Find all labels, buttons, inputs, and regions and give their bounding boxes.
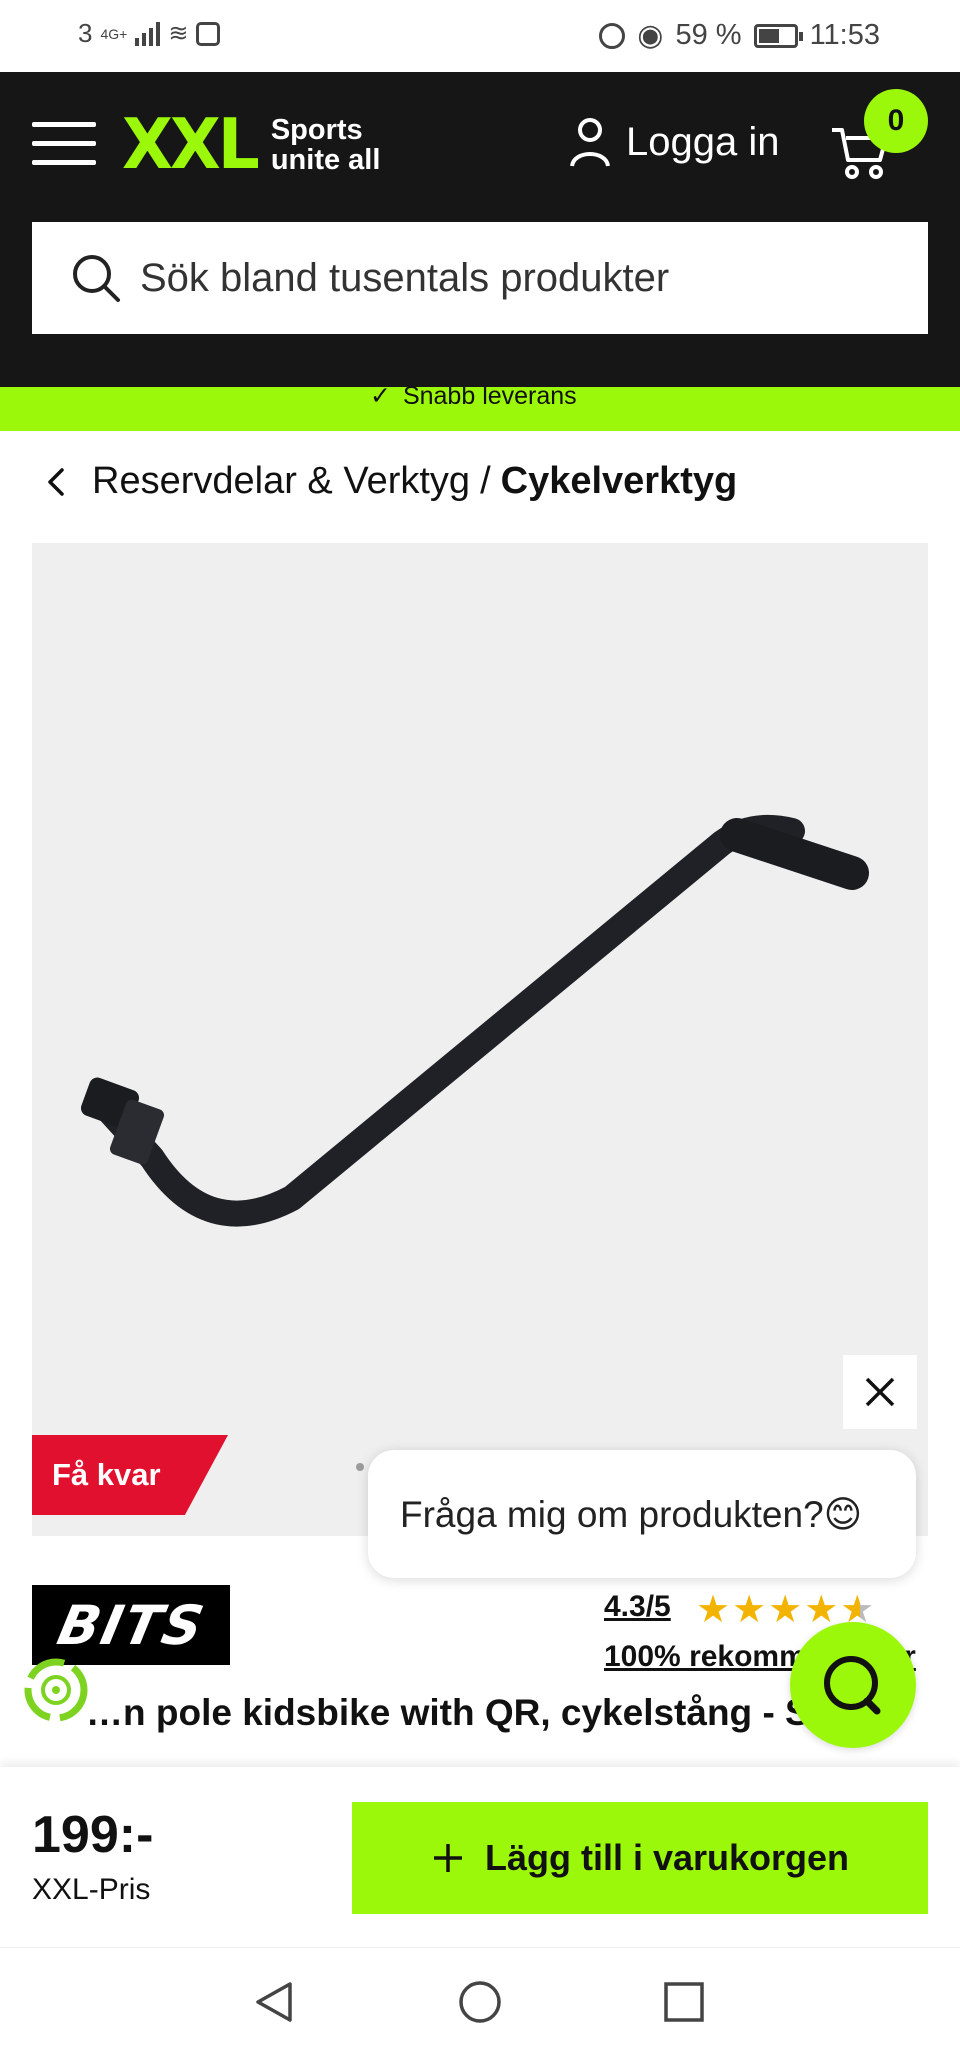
brand-name: BITS xyxy=(51,1593,211,1657)
price: 199:- xyxy=(32,1806,154,1864)
signal-icon xyxy=(135,21,161,46)
plus-icon xyxy=(433,1844,462,1872)
battery-icon xyxy=(753,23,803,48)
breadcrumb-parent-link[interactable]: Reservdelar & Verktyg xyxy=(92,460,470,503)
close-icon xyxy=(865,1377,895,1407)
usp-text: Snabb leverans xyxy=(402,387,577,410)
logo-tagline: Sports unite all xyxy=(271,115,381,175)
logo-wordmark: XXL xyxy=(122,104,260,185)
price-label: XXL-Pris xyxy=(32,1873,151,1906)
add-to-cart-label: Lägg till i varukorgen xyxy=(484,1837,850,1878)
menu-icon[interactable] xyxy=(32,122,96,166)
product-image xyxy=(80,814,869,1227)
breadcrumb-separator: / xyxy=(480,460,491,502)
clock: 11:53 xyxy=(809,19,880,51)
network-type-label: 4G+ xyxy=(100,25,128,42)
gallery-dot[interactable] xyxy=(356,1463,364,1471)
chat-button[interactable] xyxy=(790,1622,916,1748)
cart-count-badge[interactable]: 0 xyxy=(864,89,928,153)
logo-tagline-2: unite all xyxy=(270,144,381,176)
close-chat-button[interactable] xyxy=(843,1355,917,1429)
site-header: XXL Sports unite all Logga in 0 xyxy=(0,72,960,387)
chevron-left-icon[interactable] xyxy=(44,464,68,500)
app-notification-icon xyxy=(196,21,221,46)
status-right: ◉ 59 % 11:53 xyxy=(599,18,880,53)
data-saver-icon xyxy=(599,22,626,49)
chat-icon xyxy=(824,1656,881,1715)
network-label: 3 xyxy=(78,18,93,48)
login-button[interactable]: Logga in xyxy=(568,116,779,168)
recycle-icon[interactable] xyxy=(18,1652,94,1728)
login-label: Logga in xyxy=(626,119,780,164)
wifi-icon: ≋ xyxy=(168,20,189,47)
check-icon: ✓ xyxy=(370,387,391,410)
star-icons: ★★★★ xyxy=(696,1589,841,1631)
search-input[interactable] xyxy=(140,255,900,301)
status-left: 3 4G+ ≋ xyxy=(78,18,221,49)
logo-tagline-1: Sports xyxy=(270,114,363,146)
search-bar[interactable] xyxy=(32,222,928,334)
rating-score-text: 4.3/5 xyxy=(604,1590,671,1623)
battery-percent: 59 % xyxy=(675,19,742,51)
rating-score[interactable]: 4.3/5 xyxy=(604,1590,671,1624)
system-nav-bar xyxy=(0,1947,960,2055)
buy-bar: 199:- XXL-Pris Lägg till i varukorgen xyxy=(0,1767,960,1947)
breadcrumb: Reservdelar & Verktyg / Cykelverktyg xyxy=(44,460,737,503)
breadcrumb-current[interactable]: Cykelverktyg xyxy=(501,460,738,503)
chat-prompt-bubble[interactable]: Fråga mig om produkten?😊 xyxy=(368,1450,916,1578)
product-image-gallery[interactable]: Få kvar xyxy=(32,543,928,1536)
recents-nav-icon[interactable] xyxy=(660,1978,708,2026)
home-nav-icon[interactable] xyxy=(456,1978,504,2026)
add-to-cart-button[interactable]: Lägg till i varukorgen xyxy=(352,1802,928,1914)
usp-item: ✓ Snabb leverans xyxy=(370,387,577,411)
xxl-logo[interactable]: XXL Sports unite all xyxy=(122,104,381,185)
eye-comfort-icon: ◉ xyxy=(637,19,664,52)
usp-banner: ✓ Snabb leverans xyxy=(0,387,960,431)
user-icon xyxy=(570,118,610,167)
back-nav-icon[interactable] xyxy=(250,1978,298,2026)
status-bar: 3 4G+ ≋ ◉ 59 % 11:53 xyxy=(0,0,960,72)
search-icon xyxy=(73,255,120,302)
